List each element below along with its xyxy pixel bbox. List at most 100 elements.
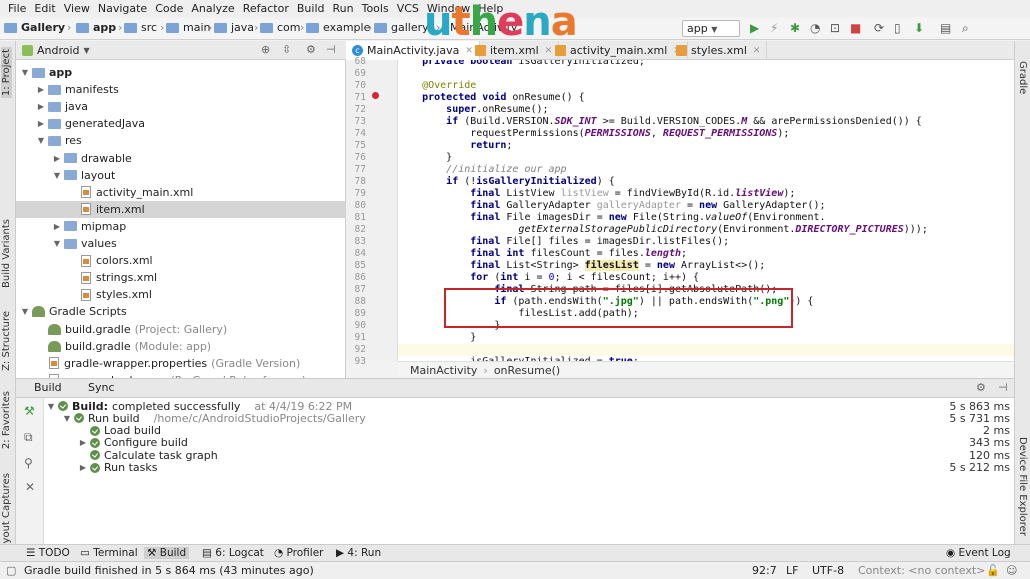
- override-marker-icon[interactable]: [372, 92, 379, 99]
- build-tree-row[interactable]: ▼ Build: completed successfully at 4/4/19 6…: [44, 400, 1014, 413]
- tool-tab-build-variants[interactable]: Build Variants: [1, 219, 12, 288]
- build-tree-row[interactable]: ▶ Run tasks 5 s 212 ms: [44, 461, 1014, 474]
- crumb-app[interactable]: app: [76, 21, 116, 34]
- toggle-view-icon[interactable]: ⧉: [24, 430, 33, 445]
- chevron-down-icon[interactable]: ▼: [20, 307, 30, 316]
- project-tree-item[interactable]: ▼ res: [16, 132, 346, 149]
- project-tree-item[interactable]: ▼ Gradle Scripts: [16, 303, 346, 320]
- tab-mainactivity-java[interactable]: c MainActivity.java ✕: [346, 41, 480, 60]
- chevron-down-icon[interactable]: ▼: [36, 136, 46, 145]
- crumb-class[interactable]: MainActivity: [410, 364, 477, 377]
- tool-tab-logcat[interactable]: ▤ 6: Logcat: [202, 547, 264, 559]
- sdk-manager-icon[interactable]: ⬇: [914, 21, 924, 35]
- apply-changes-icon[interactable]: ⚡: [770, 21, 778, 35]
- crumb-gallery-pkg[interactable]: gallery: [374, 21, 429, 34]
- chevron-right-icon[interactable]: ▶: [78, 438, 88, 447]
- menu-run[interactable]: Run: [329, 0, 358, 17]
- project-tree-item[interactable]: item.xml: [16, 200, 346, 218]
- crumb-com[interactable]: com: [260, 21, 301, 34]
- project-tree-item[interactable]: ▼ layout: [16, 167, 346, 184]
- project-tree-item[interactable]: colors.xml: [16, 252, 346, 269]
- line-separator[interactable]: LF: [786, 564, 798, 577]
- menu-file[interactable]: File: [4, 0, 30, 17]
- tool-tab-structure[interactable]: Z: Structure: [1, 311, 12, 371]
- project-tree-item[interactable]: ▶ manifests: [16, 81, 346, 98]
- crumb-main[interactable]: main: [166, 21, 210, 34]
- project-tree-item[interactable]: ▼ values: [16, 235, 346, 252]
- caret-position[interactable]: 92:7: [752, 564, 777, 577]
- project-tree-item[interactable]: build.gradle (Module: app): [16, 338, 346, 355]
- close-icon[interactable]: ✕: [25, 480, 35, 494]
- tool-tab-event-log[interactable]: ◉ Event Log: [946, 547, 1011, 559]
- status-message[interactable]: Gradle build finished in 5 s 864 ms (43 …: [24, 564, 314, 577]
- chevron-down-icon[interactable]: ▼: [52, 171, 62, 180]
- menu-refactor[interactable]: Refactor: [239, 0, 293, 17]
- pin-icon[interactable]: ⚲: [24, 456, 33, 470]
- chevron-down-icon[interactable]: ▼: [46, 402, 56, 411]
- project-tree-item[interactable]: styles.xml: [16, 286, 346, 303]
- menu-edit[interactable]: Edit: [30, 0, 59, 17]
- chevron-down-icon[interactable]: ▼: [52, 239, 62, 248]
- tool-tab-favorites[interactable]: 2: Favorites: [1, 391, 12, 449]
- crumb-src[interactable]: src: [124, 21, 157, 34]
- menu-analyze[interactable]: Analyze: [187, 0, 238, 17]
- tool-tab-project[interactable]: 1: Project: [1, 47, 12, 99]
- sync-icon[interactable]: ⟳: [874, 21, 884, 35]
- project-tree-item[interactable]: ▶ drawable: [16, 150, 346, 167]
- build-tree-row[interactable]: Load build 2 ms: [44, 424, 1014, 437]
- run-config-select[interactable]: app ▼: [682, 20, 740, 37]
- menu-navigate[interactable]: Navigate: [94, 0, 151, 17]
- menu-view[interactable]: View: [60, 0, 94, 17]
- menu-build[interactable]: Build: [293, 0, 329, 17]
- attach-debugger-icon[interactable]: ⊡: [830, 21, 840, 35]
- tab-build[interactable]: Build: [34, 381, 62, 394]
- tab-sync[interactable]: Sync: [88, 381, 115, 394]
- project-tree-item[interactable]: activity_main.xml: [16, 184, 346, 201]
- run-icon[interactable]: ▶: [750, 21, 759, 35]
- build-tree-row[interactable]: Calculate task graph 120 ms: [44, 449, 1014, 462]
- avd-manager-icon[interactable]: ▯: [894, 21, 901, 35]
- search-icon[interactable]: ⌕: [962, 21, 969, 36]
- crumb-gallery[interactable]: Gallery: [4, 21, 65, 34]
- debug-icon[interactable]: ✱: [790, 21, 800, 35]
- hide-panel-icon[interactable]: ⊣: [998, 381, 1008, 394]
- tool-tab-terminal[interactable]: ▭ Terminal: [80, 547, 138, 559]
- crumb-example[interactable]: example: [306, 21, 370, 34]
- chevron-right-icon[interactable]: ▶: [36, 85, 46, 94]
- tab-item-xml[interactable]: item.xml ✕: [469, 41, 560, 60]
- project-tree-item[interactable]: ▶ java: [16, 98, 346, 115]
- hide-panel-icon[interactable]: ⊣: [326, 43, 336, 56]
- project-tree-item[interactable]: ▶ mipmap: [16, 218, 346, 235]
- crumb-java[interactable]: java: [214, 21, 254, 34]
- stop-icon[interactable]: ■: [850, 21, 861, 35]
- tool-tab-run[interactable]: ▶ 4: Run: [336, 547, 381, 559]
- tool-tab-build[interactable]: ⚒ Build: [144, 547, 190, 559]
- project-tree-item[interactable]: ▼ app: [16, 64, 346, 81]
- tab-activity-main-xml[interactable]: activity_main.xml✕: [549, 41, 688, 60]
- context-indicator[interactable]: Context: <no context>: [858, 564, 985, 577]
- build-tree-row[interactable]: ▶ Configure build 343 ms: [44, 436, 1014, 449]
- menu-vcs[interactable]: VCS: [393, 0, 423, 17]
- hammer-icon[interactable]: ⚒: [24, 404, 35, 418]
- tab-styles-xml[interactable]: styles.xml ✕: [670, 41, 768, 60]
- chevron-down-icon[interactable]: ▼: [20, 68, 30, 77]
- locate-icon[interactable]: ⊕: [261, 43, 270, 56]
- chevron-right-icon[interactable]: ▶: [52, 222, 62, 231]
- project-tree-item[interactable]: ▶ generatedJava: [16, 115, 346, 132]
- chevron-right-icon[interactable]: ▶: [52, 154, 62, 163]
- file-encoding[interactable]: UTF-8: [812, 564, 844, 577]
- tool-tab-gradle[interactable]: Gradle: [1017, 61, 1028, 94]
- crumb-method[interactable]: onResume(): [494, 364, 560, 377]
- project-tree-item[interactable]: gradle-wrapper.properties (Gradle Version…: [16, 355, 346, 372]
- project-tree-item[interactable]: strings.xml: [16, 269, 346, 286]
- collapse-all-icon[interactable]: ⇳: [282, 43, 291, 56]
- gear-icon[interactable]: ⚙: [976, 381, 986, 394]
- menu-code[interactable]: Code: [151, 0, 187, 17]
- chevron-right-icon[interactable]: ▶: [78, 463, 88, 472]
- chevron-right-icon[interactable]: ▶: [36, 119, 46, 128]
- tool-tab-todo[interactable]: ☰ TODO: [26, 547, 70, 559]
- tool-tab-profiler[interactable]: ◔ Profiler: [274, 547, 323, 559]
- project-view-select[interactable]: Android ▼: [22, 44, 90, 57]
- inspector-icon[interactable]: ☺: [1006, 564, 1017, 577]
- chevron-right-icon[interactable]: ▶: [36, 102, 46, 111]
